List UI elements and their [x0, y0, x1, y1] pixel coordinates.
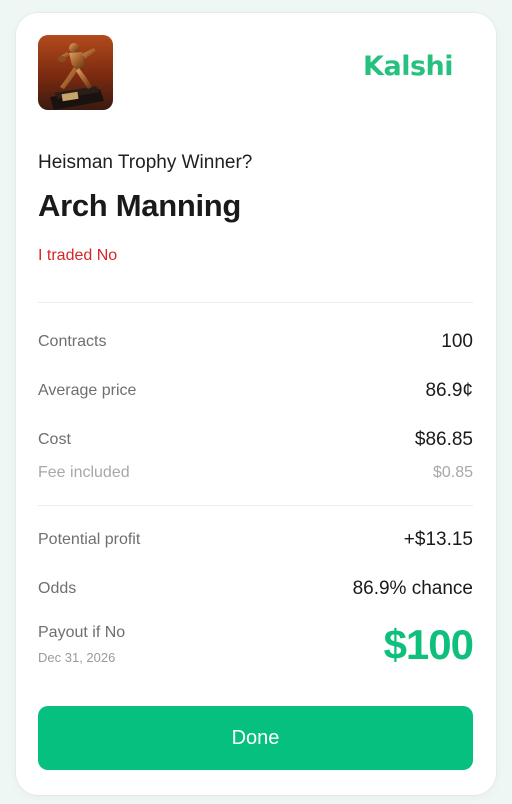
contracts-value: 100 — [441, 331, 473, 352]
market-question: Heisman Trophy Winner? — [38, 152, 253, 173]
payout-amount: $100 — [383, 621, 474, 668]
cost-value: $86.85 — [414, 429, 473, 450]
trade-receipt-card: Kalshi Heisman Trophy Winner? Arch Manni… — [16, 13, 496, 795]
contracts-row: Contracts 100 — [38, 329, 473, 355]
fee-label: Fee included — [38, 464, 130, 481]
trade-side-text: I traded No — [38, 247, 118, 264]
divider — [38, 302, 473, 303]
odds-value: 86.9% chance — [352, 578, 473, 599]
market-outcome: Arch Manning — [38, 188, 242, 223]
odds-row: Odds 86.9% chance — [38, 576, 473, 602]
divider — [38, 505, 473, 506]
cost-label: Cost — [38, 431, 71, 448]
done-button[interactable]: Done — [38, 706, 473, 770]
payout-date: Dec 31, 2026 — [38, 650, 116, 665]
cost-row: Cost $86.85 — [38, 427, 473, 453]
trophy-icon — [50, 43, 104, 110]
average-price-row: Average price 86.9¢ — [38, 378, 473, 404]
potential-profit-label: Potential profit — [38, 531, 141, 548]
odds-label: Odds — [38, 580, 77, 597]
payout-label: Payout if No — [38, 624, 126, 641]
potential-profit-row: Potential profit +$13.15 — [38, 527, 473, 553]
fee-value: $0.85 — [432, 464, 473, 481]
potential-profit-value: +$13.15 — [403, 529, 473, 550]
kalshi-logo: Kalshi — [363, 51, 453, 82]
heisman-trophy-image — [38, 35, 113, 110]
contracts-label: Contracts — [38, 333, 107, 350]
fee-row: Fee included $0.85 — [38, 460, 473, 486]
average-price-label: Average price — [38, 382, 137, 399]
average-price-value: 86.9¢ — [425, 380, 473, 401]
